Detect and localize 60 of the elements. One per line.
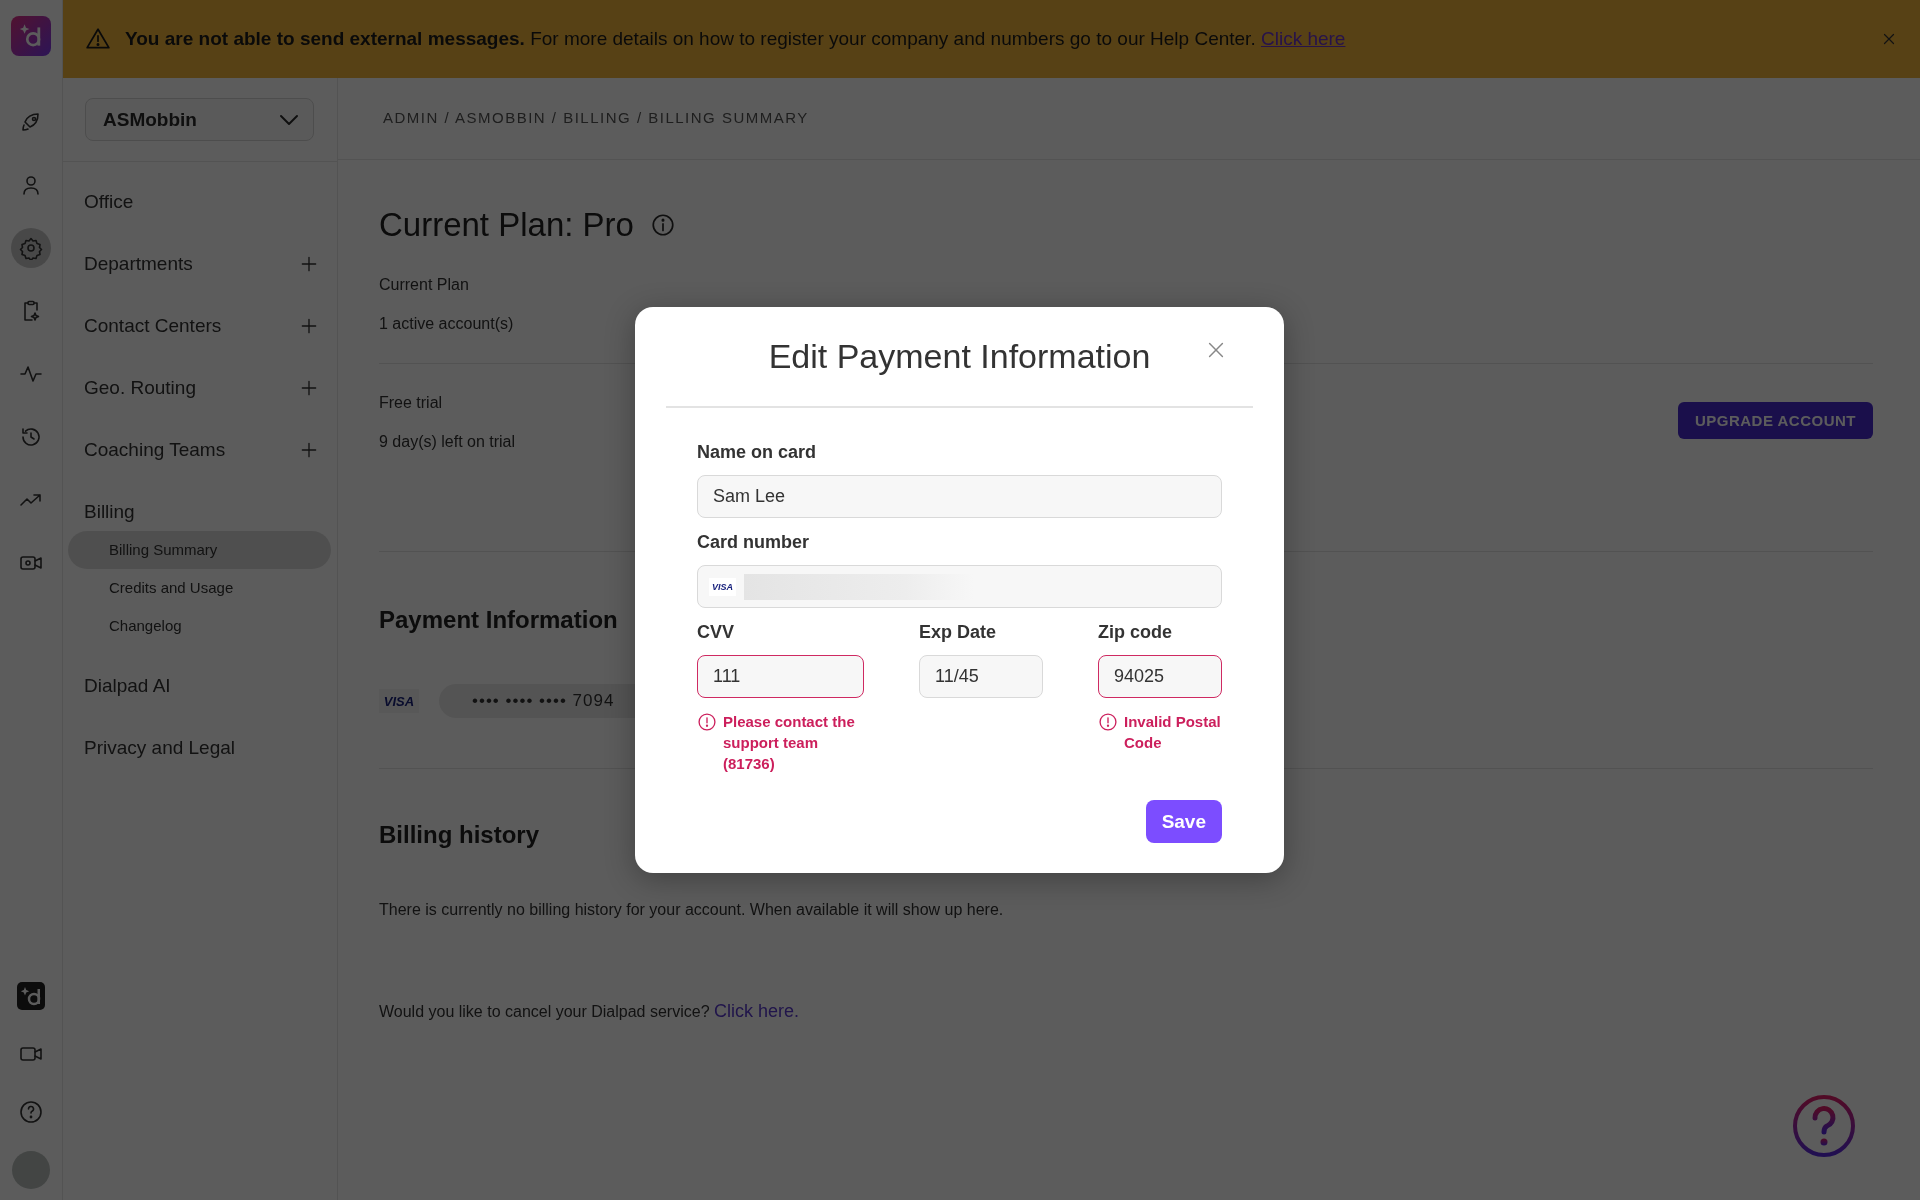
error-icon xyxy=(1098,712,1118,732)
add-button[interactable] xyxy=(299,316,319,336)
field-label: Card number xyxy=(697,532,811,553)
sidebar-item[interactable]: Office xyxy=(84,191,134,213)
sidebar-subitem[interactable]: Changelog xyxy=(68,607,331,645)
sidebar-item[interactable]: Dialpad AI xyxy=(84,675,171,697)
trial-value: 9 day(s) left on trial xyxy=(379,433,516,451)
field-label: Name on card xyxy=(697,442,818,463)
breadcrumb: ADMIN / ASMOBBIN / BILLING / BILLING SUMMARY xyxy=(383,109,809,126)
save-button[interactable]: Save xyxy=(1145,800,1222,843)
sidebar-item[interactable]: Privacy and Legal xyxy=(84,737,236,759)
app-logo[interactable] xyxy=(11,16,51,56)
app-logo-icon[interactable] xyxy=(17,982,45,1010)
plus-icon xyxy=(299,316,319,336)
history-text: There is currently no billing history for your account. When available it will show up here. xyxy=(379,901,1005,919)
field-label: Exp Date xyxy=(919,622,998,643)
sidebar-item[interactable]: Departments xyxy=(84,253,193,275)
add-button[interactable] xyxy=(299,440,319,460)
cancel-text: Would you like to cancel your Dialpad service? Click here. xyxy=(379,1001,801,1022)
name-field[interactable]: Sam Lee xyxy=(697,475,1222,518)
sidebar-item[interactable]: Coaching Teams xyxy=(84,439,226,461)
field-label: Zip code xyxy=(1098,622,1173,643)
chevron-down-icon xyxy=(279,113,299,126)
add-button[interactable] xyxy=(299,378,319,398)
nav-button[interactable] xyxy=(11,228,51,268)
sidebar-item[interactable]: Billing xyxy=(84,501,135,523)
warning-icon xyxy=(85,26,111,52)
card-number-field[interactable]: VISA xyxy=(697,565,1222,608)
field-label: CVV xyxy=(697,622,735,643)
section-title: Payment Information xyxy=(379,606,618,634)
sidebar-subitem[interactable]: Credits and Usage xyxy=(68,569,331,607)
sidebar-item[interactable]: Geo. Routing xyxy=(84,377,196,399)
trial-label: Free trial xyxy=(379,394,444,412)
history-icon[interactable] xyxy=(19,425,43,449)
sidebar-item[interactable]: Contact Centers xyxy=(84,315,222,337)
cancel-link[interactable]: Click here. xyxy=(714,1001,800,1021)
plus-icon xyxy=(299,378,319,398)
error-message: Invalid Postal Code xyxy=(1124,712,1222,753)
plus-icon xyxy=(299,440,319,460)
settings-icon[interactable] xyxy=(19,236,43,260)
plan-label: Current Plan xyxy=(379,276,470,294)
input-field[interactable]: 94025 xyxy=(1098,655,1222,698)
help-button[interactable] xyxy=(1792,1094,1856,1158)
plan-value: 1 active account(s) xyxy=(379,315,514,333)
input-field[interactable]: 111 xyxy=(697,655,864,698)
avatar[interactable] xyxy=(12,1151,50,1189)
error-icon xyxy=(697,712,717,732)
card-brand: VISA xyxy=(379,689,419,713)
plus-icon xyxy=(299,254,319,274)
account-switcher[interactable]: ASMobbin xyxy=(85,98,314,141)
input-field[interactable]: 11/45 xyxy=(919,655,1043,698)
help-icon[interactable] xyxy=(19,1100,43,1124)
sidebar-subitem[interactable]: Billing Summary xyxy=(68,531,331,569)
section-title: Billing history xyxy=(379,821,539,849)
info-icon[interactable] xyxy=(649,212,676,238)
dialog-title: Edit Payment Information xyxy=(768,337,1151,376)
card-brand: VISA xyxy=(709,577,736,596)
page-title: Current Plan: Pro xyxy=(379,206,634,244)
upgrade-button[interactable]: UPGRADE ACCOUNT xyxy=(1677,402,1873,439)
add-button[interactable] xyxy=(299,254,319,274)
